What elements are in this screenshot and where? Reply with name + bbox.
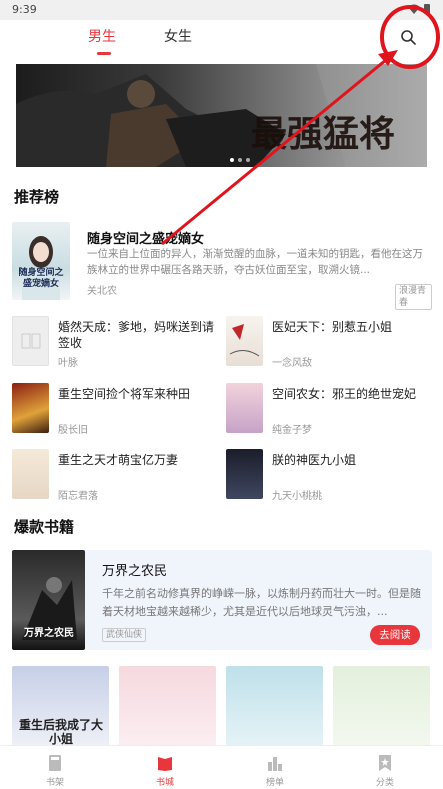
- list-item[interactable]: 婚然天成：爹地，妈咪送到请签收 叶脉: [12, 316, 222, 374]
- tab-active-indicator: [97, 52, 111, 55]
- book-cover[interactable]: [333, 666, 430, 746]
- featured-cover-text: 随身空间之盛宠嫡女: [18, 268, 64, 289]
- hot-section-title: 爆款书籍: [14, 518, 75, 536]
- book-title: 婚然天成：爹地，妈咪送到请签收: [58, 320, 215, 350]
- bottom-nav: 书架 书城 榜单 分类: [0, 745, 443, 789]
- recommend-section-title: 推荐榜: [14, 188, 60, 206]
- cover-text: 重生后我成了大小姐: [18, 718, 103, 746]
- book-author: 殷长旧: [58, 425, 88, 436]
- hot-book-title[interactable]: 万界之农民: [102, 560, 167, 579]
- book-author: 九天小桃桃: [272, 491, 322, 502]
- featured-cover: 随身空间之盛宠嫡女: [12, 222, 70, 300]
- banner-title: 最强猛将: [251, 113, 395, 155]
- book-cover: [12, 383, 49, 433]
- book-cover: [12, 449, 49, 499]
- nav-category[interactable]: 分类: [330, 746, 440, 789]
- hot-book-genre-tag: 武侠仙侠: [102, 628, 147, 642]
- book-cover[interactable]: [119, 666, 216, 746]
- book-cover: [226, 383, 263, 433]
- featured-author: 关北农: [87, 286, 117, 297]
- nav-label: 书架: [45, 778, 64, 788]
- list-item[interactable]: 空间农女：邪王的绝世宠妃 纯金子梦: [226, 383, 436, 441]
- book-title: 朕的神医九小姐: [272, 453, 357, 467]
- book-author: 一念风敌: [272, 358, 312, 369]
- status-time: 9:39: [12, 3, 37, 16]
- book-author: 纯金子梦: [272, 425, 312, 436]
- featured-title[interactable]: 随身空间之盛宠嫡女: [87, 228, 204, 247]
- book-cover: [226, 449, 263, 499]
- nav-label: 榜单: [265, 778, 284, 788]
- book-author: 陌忘君落: [58, 491, 98, 502]
- bookshelf-icon: [49, 755, 61, 771]
- book-cover: [226, 316, 263, 366]
- category-icon: [379, 755, 391, 771]
- book-title: 空间农女：邪王的绝世宠妃: [272, 387, 417, 401]
- book-cover[interactable]: [226, 666, 323, 746]
- hot-book-cover: 万界之农民: [12, 550, 85, 650]
- book-cover[interactable]: 重生后我成了大小姐: [12, 666, 109, 746]
- book-cover-placeholder: [12, 316, 49, 366]
- tab-male[interactable]: 男生: [88, 26, 116, 46]
- nav-ranking[interactable]: 榜单: [220, 746, 330, 789]
- banner[interactable]: 最强猛将: [16, 64, 427, 167]
- top-tabs: 男生 女生: [0, 20, 443, 60]
- banner-art: 最强猛将: [16, 64, 427, 167]
- book-title: 重生空间捡个将军来种田: [58, 387, 191, 401]
- nav-label: 分类: [375, 778, 394, 788]
- read-button[interactable]: 去阅读: [370, 625, 420, 645]
- hot-book-description: 千年之前名动修真界的峥嵘一脉，以炼制丹药而壮大一时。但是随着天材地宝越来越稀少，…: [102, 587, 421, 618]
- book-author: 叶脉: [58, 358, 78, 369]
- book-title: 重生之天才萌宝亿万妻: [58, 453, 179, 467]
- book-title: 医妃天下：别惹五小姐: [272, 320, 393, 334]
- hot-cover-text: 万界之农民: [24, 628, 74, 639]
- nav-bookstore[interactable]: 书城: [110, 746, 220, 789]
- bookstore-icon: [158, 757, 172, 771]
- list-item[interactable]: 重生空间捡个将军来种田 殷长旧: [12, 383, 222, 441]
- nav-bookshelf[interactable]: 书架: [0, 746, 110, 789]
- featured-genre-tag: 浪漫青春: [395, 284, 432, 310]
- nav-label: 书城: [155, 778, 174, 788]
- list-item[interactable]: 重生之天才萌宝亿万妻 陌忘君落: [12, 449, 222, 507]
- status-icons: [408, 4, 430, 14]
- search-icon[interactable]: [396, 25, 422, 51]
- hot-book-card[interactable]: 万界之农民 万界之农民 千年之前名动修真界的峥嵘一脉，以炼制丹药而壮大一时。但是…: [12, 550, 432, 650]
- tab-female[interactable]: 女生: [164, 26, 192, 46]
- list-item[interactable]: 医妃天下：别惹五小姐 一念风敌: [226, 316, 436, 374]
- ranking-icon: [268, 757, 282, 771]
- list-item[interactable]: 朕的神医九小姐 九天小桃桃: [226, 449, 436, 507]
- featured-description: 一位来自上位面的异人，渐渐觉醒的血脉，一道未知的钥匙，看他在这万族林立的世界中碾…: [87, 248, 423, 276]
- status-bar: 9:39: [0, 0, 443, 20]
- featured-book[interactable]: 随身空间之盛宠嫡女 随身空间之盛宠嫡女 一位来自上位面的异人，渐渐觉醒的血脉，一…: [12, 222, 432, 310]
